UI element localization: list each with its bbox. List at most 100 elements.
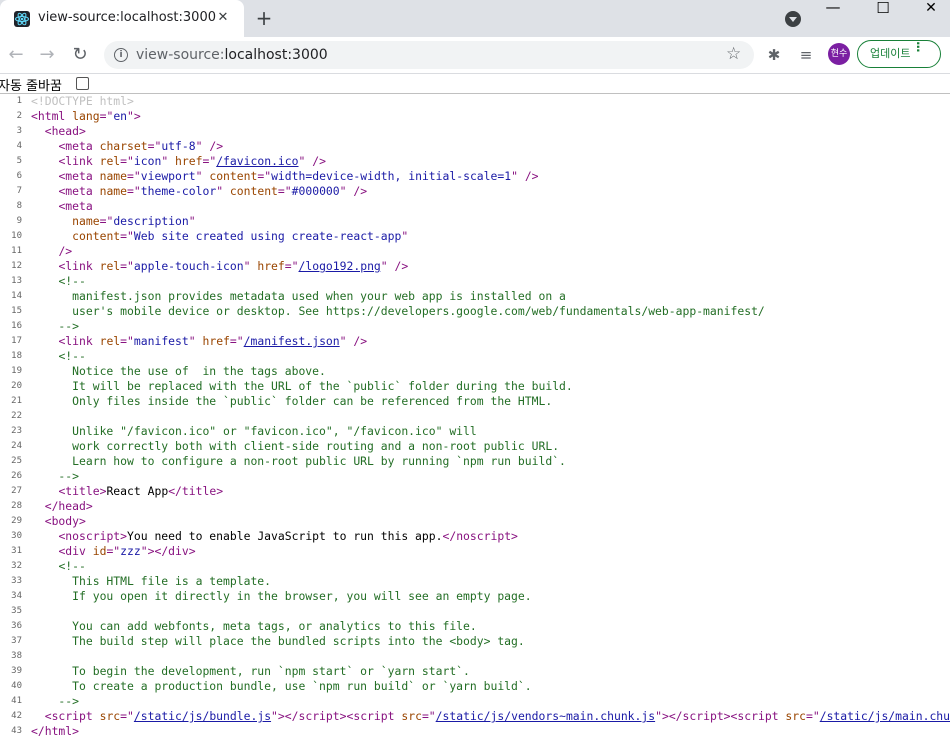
url-text[interactable]: view-source:localhost:3000 (136, 47, 328, 63)
line-code: To create a production bundle, use `npm … (31, 679, 532, 693)
line-code: Unlike "/favicon.ico" or "favicon.ico", … (31, 424, 477, 438)
line-number: 19 (11, 366, 22, 376)
line-code: <html lang="en"> (31, 109, 141, 123)
line-code: To begin the development, run `npm start… (31, 664, 470, 678)
line-number: 24 (11, 441, 22, 451)
line-code: This HTML file is a template. (31, 574, 272, 588)
line-number: 21 (11, 396, 22, 406)
line-number: 10 (11, 231, 22, 241)
star-icon[interactable]: ☆ (726, 44, 741, 64)
address-bar[interactable]: i view-source:localhost:3000 ☆ (104, 41, 754, 69)
line-number: 20 (11, 381, 22, 391)
line-code: name="description" (72, 214, 196, 228)
tab-strip: view-source:localhost:3000 ✕ + — ☐ ✕ (0, 0, 950, 37)
line-code: <!-- (58, 349, 86, 363)
source-link[interactable]: /favicon.ico (216, 154, 298, 168)
line-number: 23 (11, 426, 22, 436)
media-icon[interactable]: ≡ (797, 46, 815, 64)
line-number: 7 (16, 186, 22, 196)
line-wrap-label: 자동 줄바꿈 (0, 79, 62, 94)
line-number: 34 (11, 591, 22, 601)
line-number: 2 (16, 111, 22, 121)
line-code: </head> (44, 499, 93, 513)
line-number: 15 (11, 306, 22, 316)
line-number: 43 (11, 726, 22, 736)
line-code: <!DOCTYPE html> (31, 94, 134, 108)
line-number: 4 (16, 141, 22, 151)
source-link[interactable]: /manifest.json (244, 334, 340, 348)
source-link[interactable]: /static/js/bundle.js (134, 709, 271, 723)
line-code: content="Web site created using create-r… (72, 229, 409, 243)
source-link[interactable]: /logo192.png (299, 259, 381, 273)
react-favicon-icon (14, 11, 30, 27)
reload-icon[interactable]: ↻ (69, 44, 91, 66)
extensions-icon[interactable]: ✱ (765, 46, 783, 64)
line-code: The build step will place the bundled sc… (31, 634, 525, 648)
tab-view-source[interactable]: view-source:localhost:3000 ✕ (0, 0, 244, 37)
line-number: 30 (11, 531, 22, 541)
line-code: --> (31, 469, 80, 483)
line-number: 28 (11, 501, 22, 511)
maximize-button[interactable]: ☐ (860, 0, 906, 19)
line-code: <head> (44, 124, 86, 138)
line-number: 36 (11, 621, 22, 631)
source-link[interactable]: /static/js/main.chunk.js (820, 709, 950, 723)
line-code: <meta name="theme-color" content="#00000… (58, 184, 368, 198)
line-code: You can add webfonts, meta tags, or anal… (31, 619, 477, 633)
line-code: </html> (31, 724, 80, 738)
line-number: 13 (11, 276, 22, 286)
update-button[interactable]: 업데이트 ··· (857, 40, 941, 68)
line-code: <body> (44, 514, 86, 528)
line-number: 38 (11, 651, 22, 661)
line-number: 29 (11, 516, 22, 526)
line-code: Only files inside the `public` folder ca… (31, 394, 553, 408)
line-code: manifest.json provides metadata used whe… (31, 289, 566, 303)
info-icon[interactable]: i (114, 48, 128, 62)
line-code: <link rel="icon" href="/favicon.ico" /> (58, 154, 326, 168)
line-code: <title>React App</title> (58, 484, 224, 498)
line-number: 18 (11, 351, 22, 361)
line-code: <!-- (58, 274, 86, 288)
tab-close-icon[interactable]: ✕ (214, 9, 232, 27)
line-number: 35 (11, 606, 22, 616)
line-code: Notice the use of in the tags above. (31, 364, 326, 378)
line-number: 32 (11, 561, 22, 571)
tab-search-icon[interactable] (785, 11, 801, 27)
line-code: <noscript>You need to enable JavaScript … (58, 529, 518, 543)
line-number: 26 (11, 471, 22, 481)
url-host: localhost:3000 (224, 47, 328, 63)
line-code: user's mobile device or desktop. See htt… (31, 304, 765, 318)
line-number: 27 (11, 486, 22, 496)
toolbar: ← → ↻ i view-source:localhost:3000 ☆ ✱ ≡… (0, 37, 950, 73)
line-number: 22 (11, 411, 22, 421)
line-wrap-checkbox[interactable] (76, 77, 89, 90)
line-number: 12 (11, 261, 22, 271)
line-number: 37 (11, 636, 22, 646)
line-code: work correctly both with client-side rou… (31, 439, 560, 453)
line-number: 31 (11, 546, 22, 556)
close-window-button[interactable]: ✕ (908, 0, 950, 20)
line-code: /> (58, 244, 73, 258)
back-icon[interactable]: ← (5, 44, 27, 66)
avatar[interactable]: 현수 (828, 43, 850, 65)
line-code: <!-- (58, 559, 86, 573)
line-code: --> (31, 694, 80, 708)
line-code: <meta charset="utf-8" /> (58, 139, 224, 153)
line-number: 9 (16, 216, 22, 226)
line-number: 8 (16, 201, 22, 211)
line-code: <meta (58, 199, 93, 213)
line-number: 42 (11, 711, 22, 721)
line-number: 41 (11, 696, 22, 706)
minimize-button[interactable]: — (810, 0, 856, 18)
more-icon[interactable]: ··· (905, 41, 931, 52)
source-link[interactable]: /static/js/vendors~main.chunk.js (436, 709, 655, 723)
line-code: --> (31, 319, 80, 333)
tab-title: view-source:localhost:3000 (38, 10, 216, 25)
line-number: 14 (11, 291, 22, 301)
forward-icon[interactable]: → (36, 44, 58, 66)
line-code: It will be replaced with the URL of the … (31, 379, 573, 393)
line-number: 11 (11, 246, 22, 256)
url-scheme: view-source: (136, 47, 225, 63)
line-number: 25 (11, 456, 22, 466)
new-tab-button[interactable]: + (254, 8, 274, 28)
